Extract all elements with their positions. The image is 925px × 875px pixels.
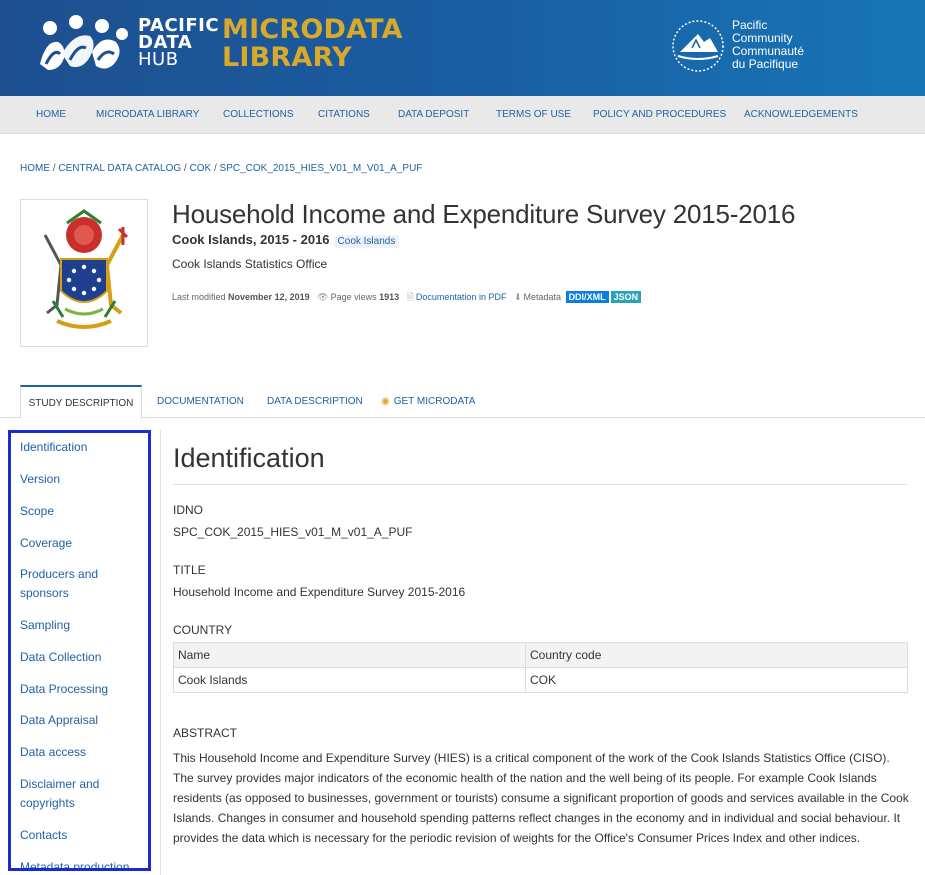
sidebar-item-scope[interactable]: Scope [20, 502, 140, 521]
breadcrumb-country[interactable]: COK [190, 163, 212, 174]
last-modified-date: November 12, 2019 [228, 292, 310, 302]
title-value: Household Income and Expenditure Survey … [173, 585, 466, 599]
tab-data-description[interactable]: DATA DESCRIPTION [267, 385, 363, 418]
pacific-community-logo-icon[interactable] [670, 18, 726, 74]
sidebar-divider [160, 430, 161, 875]
tab-study-description[interactable]: STUDY DESCRIPTION [20, 385, 142, 419]
pdh-line-3: HUB [138, 49, 179, 70]
breadcrumb: HOME / CENTRAL DATA CATALOG / COK / SPC_… [20, 163, 422, 174]
pacific-data-hub-wordmark[interactable]: PACIFIC DATA HUB [138, 17, 219, 70]
table-cell-name: Cook Islands [173, 667, 526, 693]
ddi-xml-badge[interactable]: DDI/XML [565, 291, 609, 303]
study-country-years: Cook Islands, 2015 - 2016 [172, 232, 330, 247]
country-label: COUNTRY [173, 623, 233, 637]
sidebar-item-sampling[interactable]: Sampling [20, 616, 140, 635]
mdl-line-1: MICRODATA [222, 14, 403, 45]
nav-collections[interactable]: COLLECTIONS [223, 109, 294, 120]
page-views-label: Page views [330, 292, 377, 302]
sidebar-item-data-collection[interactable]: Data Collection [20, 648, 140, 667]
site-header: PACIFIC DATA HUB MICRODATA LIBRARY Pacif… [0, 0, 925, 96]
sidebar-item-data-appraisal[interactable]: Data Appraisal [20, 711, 140, 730]
main-nav: HOME MICRODATA LIBRARY COLLECTIONS CITAT… [0, 96, 925, 134]
metadata-label: Metadata [523, 292, 562, 302]
study-meta: Last modified November 12, 2019 👁 Page vi… [172, 290, 642, 306]
breadcrumb-separator: / [181, 163, 190, 174]
sidebar-item-data-access[interactable]: Data access [20, 743, 140, 762]
breadcrumb-separator: / [211, 163, 220, 174]
tab-get-microdata-label: GET MICRODATA [393, 396, 476, 407]
study-tabs: STUDY DESCRIPTION DOCUMENTATION DATA DES… [0, 385, 925, 419]
page-views-count: 1913 [379, 292, 400, 302]
sidebar-item-version[interactable]: Version [20, 470, 140, 489]
get-microdata-icon: ◉ [381, 396, 390, 407]
country-table: Name Country code Cook Islands COK [173, 642, 908, 693]
pacific-community-wordmark[interactable]: Pacific Community Communauté du Pacifiqu… [732, 19, 804, 71]
section-heading: Identification [173, 443, 325, 473]
breadcrumb-study[interactable]: SPC_COK_2015_HIES_V01_M_V01_A_PUF [220, 163, 423, 174]
breadcrumb-catalog[interactable]: CENTRAL DATA CATALOG [58, 163, 181, 174]
sidebar-item-metadata-production[interactable]: Metadata production [20, 858, 148, 868]
section-sidebar: Identification Version Scope Coverage Pr… [8, 430, 151, 871]
study-subtitle: Cook Islands, 2015 - 2016 Cook Islands [172, 232, 400, 248]
sidebar-item-producers-and-sponsors[interactable]: Producers and sponsors [20, 565, 110, 603]
study-agency: Cook Islands Statistics Office [172, 257, 328, 271]
country-tag[interactable]: Cook Islands [333, 235, 400, 248]
sidebar-item-data-processing[interactable]: Data Processing [20, 680, 140, 699]
study-title: Household Income and Expenditure Survey … [172, 199, 796, 229]
nav-microdata-library[interactable]: MICRODATA LIBRARY [96, 109, 199, 120]
spc-line-4: du Pacifique [732, 57, 799, 71]
sidebar-item-identification[interactable]: Identification [20, 438, 140, 457]
nav-data-deposit[interactable]: DATA DEPOSIT [398, 109, 469, 120]
breadcrumb-home[interactable]: HOME [20, 163, 50, 174]
mdl-line-2: LIBRARY [222, 42, 352, 73]
sidebar-item-contacts[interactable]: Contacts [20, 826, 140, 845]
tab-get-microdata[interactable]: ◉ GET MICRODATA [381, 385, 475, 418]
table-cell-country-code: COK [525, 667, 908, 693]
nav-terms-of-use[interactable]: TERMS OF USE [496, 109, 571, 120]
idno-label: IDNO [173, 503, 203, 517]
sidebar-item-disclaimer-and-copyrights[interactable]: Disclaimer and copyrights [20, 775, 110, 813]
pacific-data-hub-logo-icon[interactable] [36, 14, 131, 74]
nav-citations[interactable]: CITATIONS [318, 109, 370, 120]
tab-documentation[interactable]: DOCUMENTATION [157, 385, 244, 418]
idno-value: SPC_COK_2015_HIES_v01_M_v01_A_PUF [173, 525, 413, 539]
last-modified-label: Last modified [172, 292, 226, 302]
table-row: Cook Islands COK [173, 667, 908, 693]
abstract-text: This Household Income and Expenditure Su… [173, 751, 909, 845]
nav-policy-and-procedures[interactable]: POLICY AND PROCEDURES [593, 109, 726, 120]
nav-home[interactable]: HOME [36, 109, 66, 120]
title-label: TITLE [173, 563, 206, 577]
abstract-label: ABSTRACT [173, 726, 238, 740]
documentation-pdf-link[interactable]: Documentation in PDF [416, 292, 507, 302]
microdata-library-wordmark[interactable]: MICRODATA LIBRARY [222, 16, 403, 72]
table-header-row: Name Country code [173, 642, 908, 668]
json-badge[interactable]: JSON [610, 291, 642, 303]
download-icon: ⬇ [513, 292, 522, 302]
column-header-name: Name [173, 642, 526, 668]
nav-acknowledgements[interactable]: ACKNOWLEDGEMENTS [744, 109, 858, 120]
eye-icon: 👁 [317, 292, 329, 302]
coat-of-arms-icon [43, 209, 129, 329]
country-emblem-thumbnail [20, 199, 148, 347]
section-divider [173, 484, 908, 485]
column-header-country-code: Country code [525, 642, 908, 668]
sidebar-item-coverage[interactable]: Coverage [20, 534, 140, 553]
pdf-icon: 🗎 [406, 292, 414, 302]
